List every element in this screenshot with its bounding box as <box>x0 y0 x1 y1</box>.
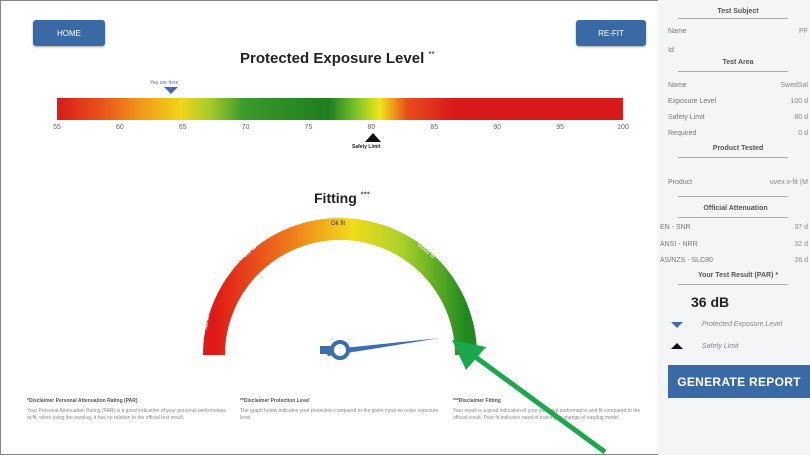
annotation-arrow-shaft <box>468 350 607 455</box>
annotation-arrow-head-icon <box>452 340 486 370</box>
annotation-overlay <box>452 340 607 455</box>
